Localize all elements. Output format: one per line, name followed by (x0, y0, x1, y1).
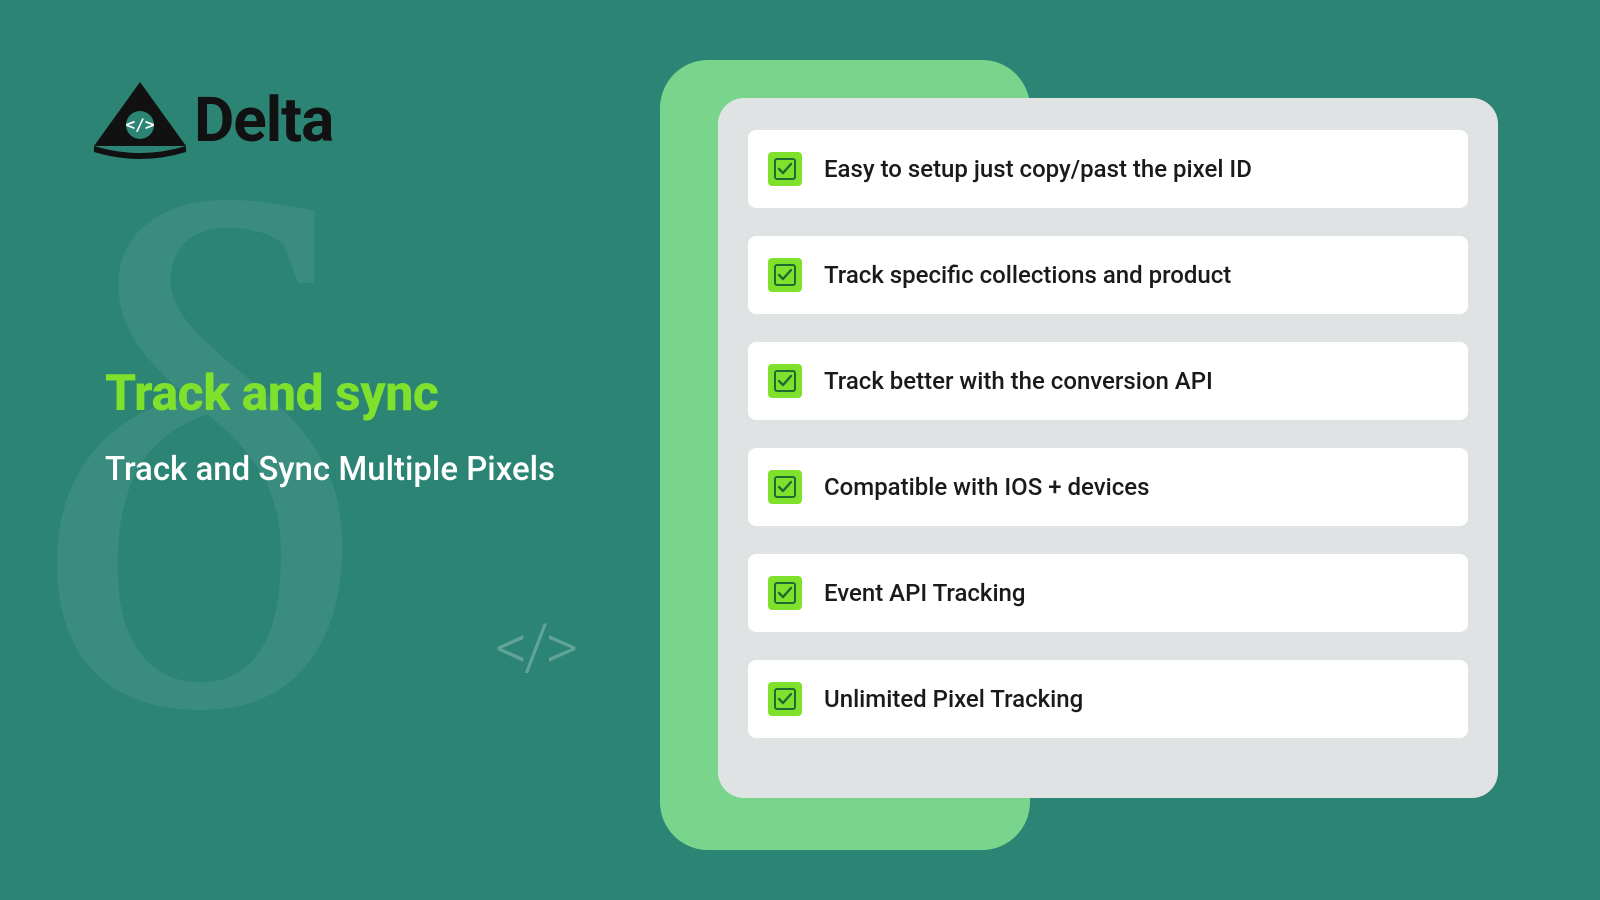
checkbox-checked-icon (768, 152, 802, 186)
feature-label: Unlimited Pixel Tracking (824, 685, 1083, 713)
feature-label: Easy to setup just copy/past the pixel I… (824, 155, 1252, 183)
checkbox-checked-icon (768, 470, 802, 504)
checkbox-checked-icon (768, 682, 802, 716)
code-bracket-icon: </> (495, 610, 574, 685)
brand-logo: </> Delta (90, 80, 333, 160)
hero-headline: Track and sync (105, 365, 438, 423)
feature-item: Unlimited Pixel Tracking (748, 660, 1468, 738)
checkbox-checked-icon (768, 258, 802, 292)
brand-name: Delta (194, 84, 333, 157)
feature-label: Track specific collections and product (824, 261, 1231, 289)
feature-label: Track better with the conversion API (824, 367, 1213, 395)
feature-label: Compatible with IOS + devices (824, 473, 1149, 501)
hero-subheadline: Track and Sync Multiple Pixels (105, 450, 555, 489)
checkbox-checked-icon (768, 364, 802, 398)
checkbox-checked-icon (768, 576, 802, 610)
feature-item: Track better with the conversion API (748, 342, 1468, 420)
feature-item: Compatible with IOS + devices (748, 448, 1468, 526)
feature-card: Easy to setup just copy/past the pixel I… (718, 98, 1498, 798)
feature-item: Event API Tracking (748, 554, 1468, 632)
feature-item: Track specific collections and product (748, 236, 1468, 314)
delta-logo-icon: </> (90, 80, 190, 160)
feature-label: Event API Tracking (824, 579, 1026, 607)
svg-text:</>: </> (126, 115, 155, 134)
feature-item: Easy to setup just copy/past the pixel I… (748, 130, 1468, 208)
